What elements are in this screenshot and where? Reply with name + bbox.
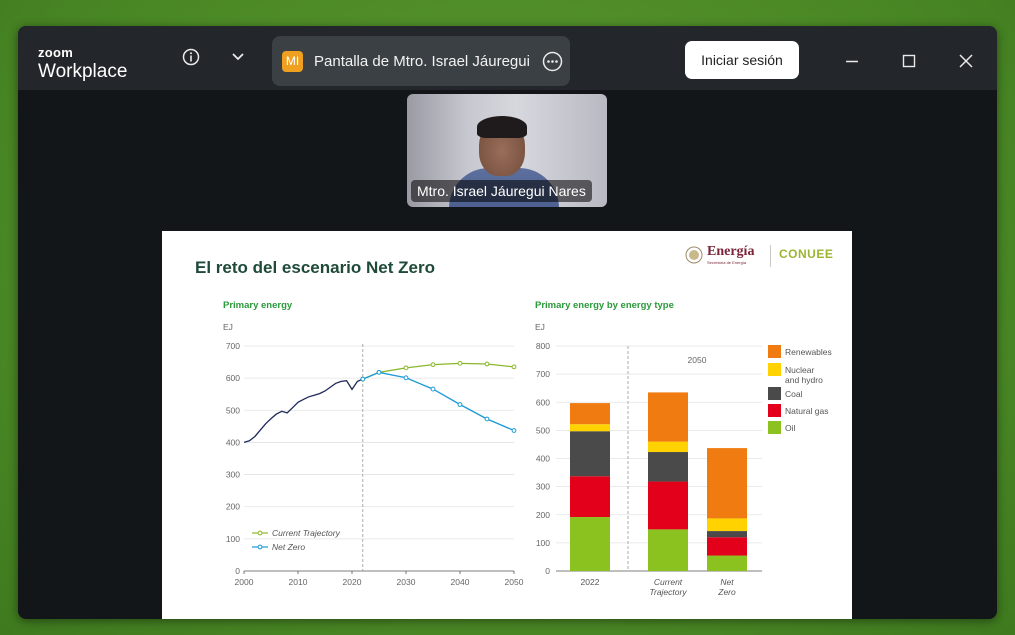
legend-swatch: [768, 404, 781, 417]
maximize-icon[interactable]: [901, 53, 917, 69]
y-tick-label: 600: [536, 397, 550, 407]
zoom-logo-small: zoom: [38, 45, 74, 60]
x-tick-label: 2022: [581, 577, 600, 587]
y-tick-label: 0: [545, 566, 550, 576]
bar-segment: [648, 441, 688, 453]
y-tick-label: 100: [536, 538, 550, 548]
y-tick-label: 400: [536, 454, 550, 464]
legend-label: Natural gas: [785, 406, 828, 416]
zoom-window: zoom Workplace MI Pantalla de Mtro. Isra…: [18, 26, 997, 619]
y-tick-label: 700: [536, 369, 550, 379]
chart-title: Primary energy by energy type: [535, 300, 674, 311]
legend-label: Oil: [785, 423, 796, 433]
participant-video[interactable]: Mtro. Israel Jáuregui Nares: [407, 94, 607, 207]
title-bar: zoom Workplace MI Pantalla de Mtro. Isra…: [18, 26, 997, 90]
chevron-down-icon[interactable]: [231, 52, 245, 62]
share-avatar: MI: [282, 51, 303, 72]
more-options-icon[interactable]: [542, 51, 563, 72]
bar-segment: [570, 476, 610, 517]
participant-hair: [477, 116, 527, 138]
bar-segment: [707, 518, 747, 532]
bar-segment: [570, 424, 610, 432]
legend-swatch: [768, 421, 781, 434]
legend-swatch: [768, 363, 781, 376]
energy-type-chart: Primary energy by energy type EJ 0 100 200 30…: [535, 300, 832, 597]
legend-swatch: [768, 345, 781, 358]
shared-slide: El reto del escenario Net Zero Energía S…: [162, 231, 852, 619]
sign-in-button[interactable]: Iniciar sesión: [685, 41, 799, 79]
y-tick-label: 300: [536, 482, 550, 492]
bar-segment: [707, 555, 747, 571]
legend-label: Renewables: [785, 347, 832, 357]
legend-label: Nuclear: [785, 365, 814, 375]
bar-segment: [570, 431, 610, 477]
x-tick-label: Current: [654, 577, 683, 587]
close-icon[interactable]: [958, 53, 974, 69]
y-tick-label: 200: [536, 510, 550, 520]
bar-segment: [570, 517, 610, 571]
info-icon[interactable]: [182, 48, 200, 66]
minimize-icon[interactable]: [844, 53, 860, 69]
x-tick-label: Net: [720, 577, 734, 587]
bar-segment: [707, 448, 747, 519]
bar-segment: [707, 537, 747, 556]
bar-segment: [648, 529, 688, 571]
screen-share-tab[interactable]: MI Pantalla de Mtro. Israel Jáuregui N: [272, 36, 570, 86]
bar-segment: [648, 452, 688, 482]
annotation-2050: 2050: [688, 355, 707, 365]
y-tick-label: 800: [536, 341, 550, 351]
bar-segment: [570, 403, 610, 425]
legend-label: and hydro: [785, 375, 823, 385]
share-title: Pantalla de Mtro. Israel Jáuregui N: [314, 53, 534, 70]
bar-segment: [648, 392, 688, 442]
zoom-logo-workplace: Workplace: [38, 61, 128, 82]
bar-segment: [707, 531, 747, 538]
participant-name: Mtro. Israel Jáuregui Nares: [411, 180, 592, 202]
x-tick-label: Trajectory: [649, 587, 687, 597]
legend-swatch: [768, 387, 781, 400]
legend-label: Coal: [785, 389, 803, 399]
y-tick-label: 500: [536, 425, 550, 435]
x-tick-label: Zero: [717, 587, 736, 597]
y-axis-label: EJ: [535, 322, 545, 332]
bar-segment: [648, 481, 688, 530]
